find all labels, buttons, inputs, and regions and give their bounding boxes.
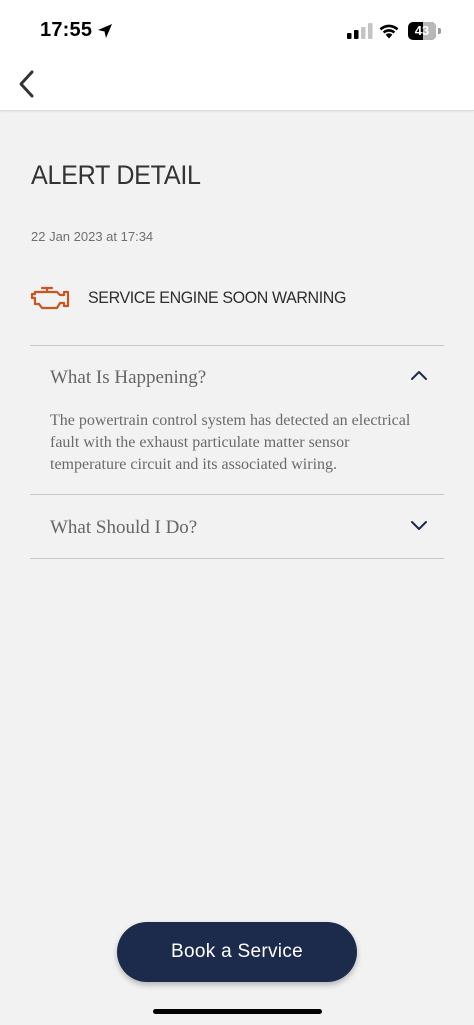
status-bar: 17:55 43 — [0, 0, 474, 58]
location-arrow-icon — [98, 24, 112, 38]
accordion-label: What Is Happening? — [50, 367, 207, 388]
page-title: ALERT DETAIL — [31, 160, 201, 190]
battery-level: 43 — [414, 23, 430, 38]
wifi-icon — [379, 24, 399, 39]
accordion-what-is-happening[interactable]: What Is Happening? — [30, 347, 444, 407]
accordion-body-text: The powertrain control system has detect… — [50, 412, 411, 473]
home-indicator — [153, 1009, 322, 1014]
status-time: 17:55 — [40, 19, 93, 41]
alert-title: SERVICE ENGINE SOON WARNING — [88, 288, 347, 307]
chevron-down-icon — [411, 521, 427, 530]
check-engine-icon — [30, 286, 70, 310]
cellular-signal-icon — [347, 23, 373, 39]
divider — [30, 558, 444, 559]
accordion-label: What Should I Do? — [50, 517, 198, 538]
chevron-left-icon — [19, 70, 34, 98]
divider — [30, 345, 444, 346]
nav-bar — [0, 58, 474, 111]
accordion-what-should-i-do[interactable]: What Should I Do? — [30, 497, 444, 557]
chevron-up-icon — [411, 371, 427, 380]
book-service-button[interactable]: Book a Service — [117, 922, 357, 982]
divider — [30, 494, 444, 495]
alert-timestamp: 22 Jan 2023 at 17:34 — [31, 229, 154, 244]
battery-icon: 43 — [408, 22, 442, 40]
back-button[interactable] — [14, 66, 44, 102]
